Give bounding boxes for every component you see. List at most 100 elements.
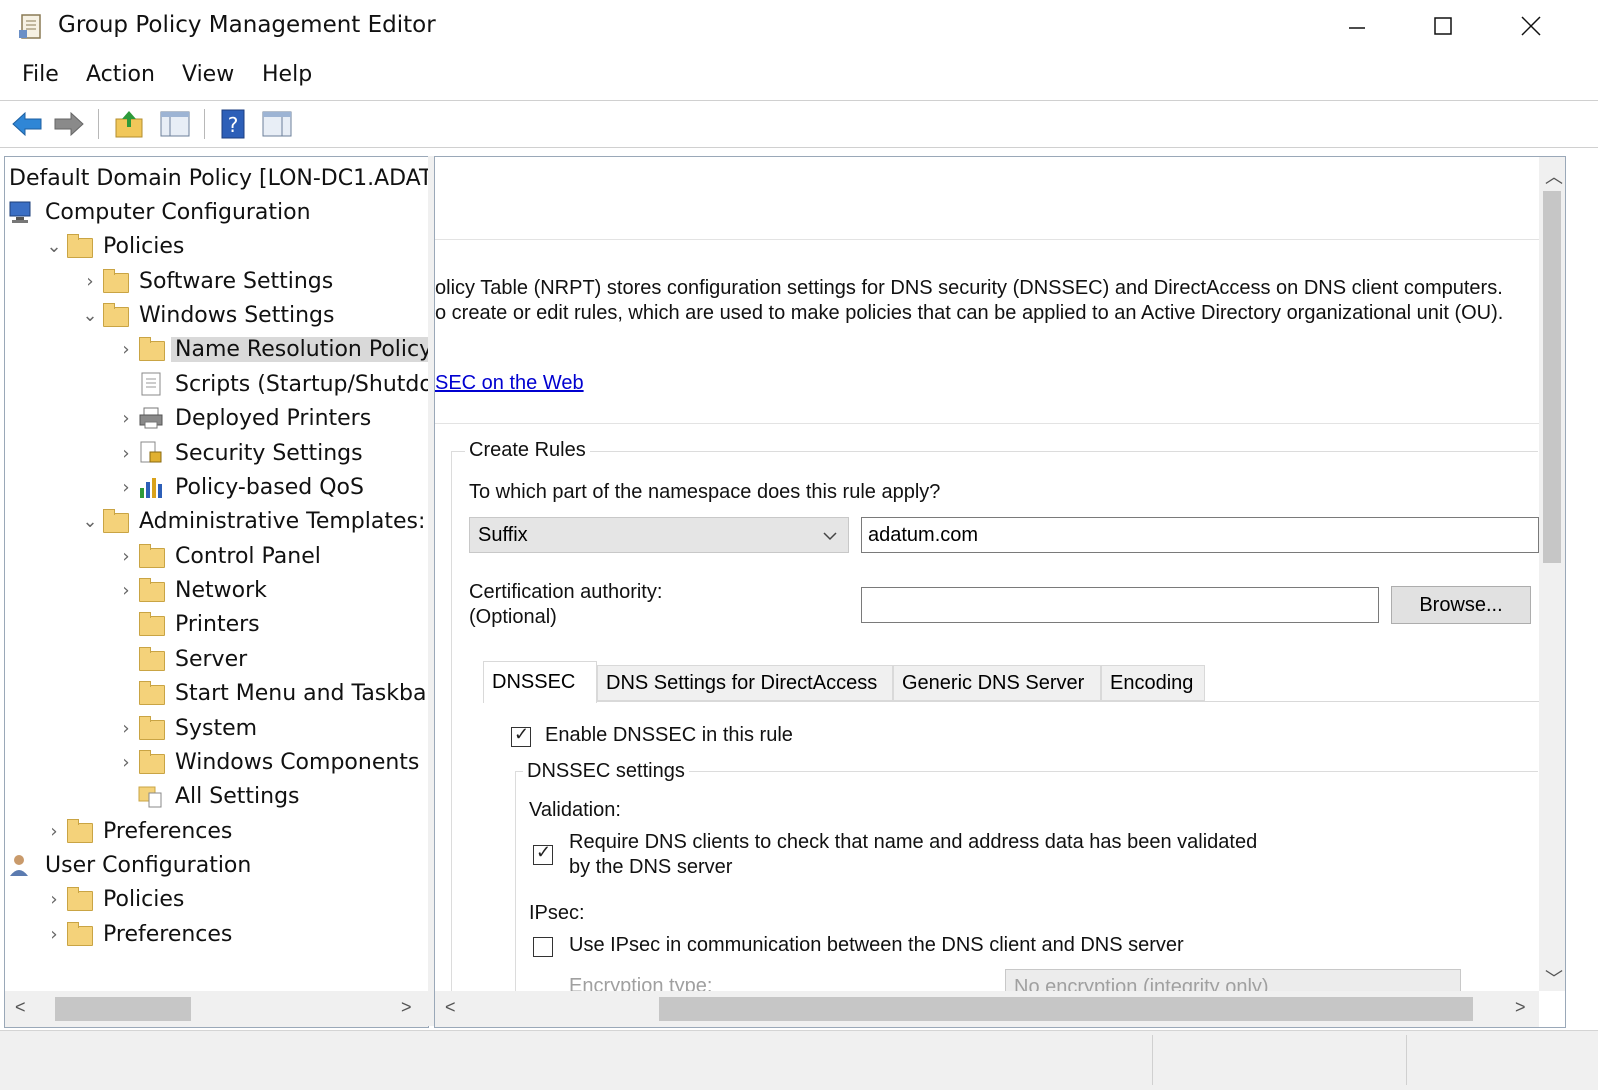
namespace-value-input[interactable]: adatum.com	[861, 517, 1539, 553]
up-folder-icon[interactable]	[112, 107, 146, 141]
tree-item-label: System	[175, 715, 258, 741]
ca-label-line-2: (Optional)	[469, 606, 557, 628]
folder-icon	[137, 577, 165, 603]
folder-icon	[137, 611, 165, 637]
tree-item-label: Software Settings	[139, 268, 334, 294]
tree-item[interactable]: Printers	[115, 607, 264, 641]
enable-dnssec-label: Enable DNSSEC in this rule	[545, 724, 793, 746]
divider	[435, 423, 1539, 424]
tree-item[interactable]: › Name Resolution Policy	[115, 332, 428, 366]
scroll-right-arrow-icon[interactable]: >	[401, 997, 412, 1018]
require-validation-label-line-2: by the DNS server	[569, 856, 733, 878]
chevron-right-icon[interactable]: ›	[115, 477, 137, 498]
tree-item[interactable]: › Control Panel	[115, 539, 325, 573]
show-hide-console-tree-icon[interactable]	[158, 107, 192, 141]
chevron-right-icon[interactable]: ›	[115, 443, 137, 464]
chevron-right-icon[interactable]: ›	[79, 271, 101, 292]
tree-hscroll-thumb[interactable]	[55, 997, 191, 1021]
tree-item[interactable]: › Policy-based QoS	[115, 470, 368, 504]
tree-item[interactable]: ⌄ Policies	[43, 229, 188, 263]
folder-icon	[137, 646, 165, 672]
use-ipsec-checkbox[interactable]	[533, 937, 553, 957]
tree-item[interactable]: › Preferences	[43, 814, 236, 848]
details-pane: olicy Table (NRPT) stores configuration …	[434, 156, 1566, 1028]
checkmark-icon: ✓	[536, 842, 552, 862]
chevron-right-icon[interactable]: ›	[115, 752, 137, 773]
folder-icon	[137, 543, 165, 569]
tree-item[interactable]: › Windows Components	[115, 745, 423, 779]
tree-item[interactable]: › Software Settings	[79, 264, 337, 298]
enable-dnssec-checkbox[interactable]: ✓	[511, 724, 531, 747]
tree-item[interactable]: › System	[115, 711, 261, 745]
validation-label: Validation:	[529, 799, 621, 821]
tree-item[interactable]: Computer Configuration	[7, 195, 315, 229]
details-hscroll-thumb[interactable]	[659, 997, 1473, 1021]
chevron-down-icon[interactable]: ⌄	[79, 511, 101, 532]
chevron-right-icon[interactable]: ›	[115, 339, 137, 360]
tree-item[interactable]: › Policies	[43, 882, 188, 916]
tab-dns-settings-directaccess[interactable]: DNS Settings for DirectAccess	[597, 665, 893, 701]
forward-arrow-icon[interactable]	[52, 107, 86, 141]
tree-item[interactable]: › Deployed Printers	[115, 401, 375, 435]
tree-item[interactable]: ⌄ Administrative Templates: Poli	[79, 504, 428, 538]
tree-item[interactable]: All Settings	[115, 779, 304, 813]
dnssec-settings-group	[515, 771, 1538, 991]
close-button[interactable]	[1488, 0, 1574, 52]
help-icon[interactable]: ?	[216, 107, 250, 141]
chevron-down-icon[interactable]: ⌄	[43, 236, 65, 257]
tree-item[interactable]: Server	[115, 642, 251, 676]
details-vscroll-thumb[interactable]	[1543, 191, 1561, 563]
tree-item-label: Printers	[175, 611, 260, 637]
maximize-button[interactable]	[1400, 0, 1486, 52]
menu-action[interactable]: Action	[86, 62, 155, 87]
namespace-value-text: adatum.com	[868, 523, 979, 546]
console-tree: Default Domain Policy [LON-DC1.ADATUI Com…	[5, 157, 428, 987]
folder-icon	[65, 886, 93, 912]
menu-view[interactable]: View	[182, 62, 234, 87]
browse-button[interactable]: Browse...	[1391, 586, 1531, 624]
chevron-right-icon[interactable]: ›	[43, 821, 65, 842]
tree-item[interactable]: › Network	[115, 573, 271, 607]
chevron-right-icon[interactable]: ›	[43, 924, 65, 945]
tree-item[interactable]: ⌄ Windows Settings	[79, 298, 338, 332]
certification-authority-input[interactable]	[861, 587, 1379, 623]
chevron-right-icon[interactable]: ›	[115, 408, 137, 429]
tab-dnssec[interactable]: DNSSEC	[483, 661, 597, 703]
scroll-left-arrow-icon[interactable]: <	[15, 997, 26, 1018]
details-vertical-scrollbar[interactable]: ︿ ﹀	[1539, 157, 1565, 991]
tab-encoding[interactable]: Encoding	[1101, 665, 1205, 701]
chevron-right-icon[interactable]: ›	[115, 580, 137, 601]
tab-generic-dns-server[interactable]: Generic DNS Server	[893, 665, 1101, 701]
menu-bar: File Action View Help	[0, 56, 1598, 98]
namespace-type-dropdown[interactable]: Suffix	[469, 517, 849, 553]
chevron-right-icon[interactable]: ›	[115, 718, 137, 739]
tree-item-label: User Configuration	[45, 852, 252, 878]
minimize-button[interactable]	[1314, 0, 1400, 52]
tree-item[interactable]: Start Menu and Taskbar	[115, 676, 428, 710]
scroll-up-arrow-icon[interactable]: ︿	[1545, 163, 1563, 189]
menu-file[interactable]: File	[22, 62, 59, 87]
tree-horizontal-scrollbar[interactable]: < >	[5, 991, 428, 1027]
chevron-down-icon[interactable]: ⌄	[79, 305, 101, 326]
tree-item[interactable]: › Security Settings	[115, 436, 367, 470]
details-horizontal-scrollbar[interactable]: < >	[435, 991, 1539, 1027]
computer-icon	[7, 199, 35, 225]
scroll-down-arrow-icon[interactable]: ﹀	[1545, 965, 1563, 991]
tree-item-label: Default Domain Policy [LON-DC1.ADATUI	[9, 165, 428, 191]
description-line-2: o create or edit rules, which are used t…	[435, 302, 1504, 324]
scroll-right-arrow-icon[interactable]: >	[1515, 997, 1526, 1018]
menu-help[interactable]: Help	[262, 62, 312, 87]
chevron-right-icon[interactable]: ›	[43, 889, 65, 910]
tree-item[interactable]: Default Domain Policy [LON-DC1.ADATUI	[5, 161, 428, 195]
dnssec-web-link[interactable]: SEC on the Web	[435, 372, 584, 395]
folder-icon	[65, 921, 93, 947]
back-arrow-icon[interactable]	[10, 107, 44, 141]
require-validation-checkbox[interactable]: ✓	[533, 842, 553, 865]
chevron-right-icon[interactable]: ›	[115, 546, 137, 567]
scroll-left-arrow-icon[interactable]: <	[445, 997, 456, 1018]
tree-item[interactable]: User Configuration	[7, 848, 255, 882]
tree-item[interactable]: › Preferences	[43, 917, 236, 951]
show-action-pane-icon[interactable]	[260, 107, 294, 141]
tree-item[interactable]: Scripts (Startup/Shutdown)	[115, 367, 428, 401]
encryption-type-dropdown[interactable]: No encryption (integrity only)	[1005, 969, 1461, 991]
